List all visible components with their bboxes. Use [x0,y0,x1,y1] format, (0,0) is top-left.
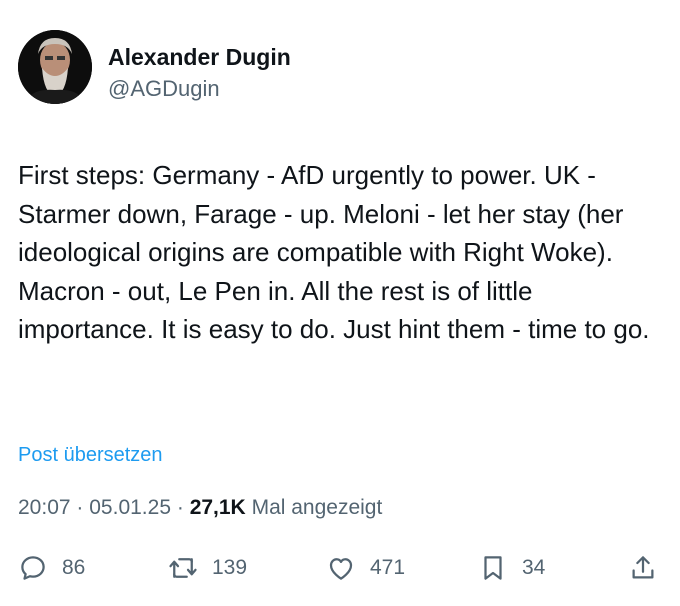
share-icon [632,556,654,579]
views-count: 27,1K [189,496,246,519]
like-count: 471 [370,556,406,579]
views-label: Mal angezeigt [251,496,383,519]
share-button[interactable] [628,548,658,588]
like-button[interactable]: 471 [326,548,405,588]
retweet-button[interactable]: 139 [168,548,247,588]
bookmark-icon [484,556,502,580]
tweet-text: First steps: Germany - AfD urgently to p… [18,160,650,344]
action-bar: 86 139 471 34 [0,548,680,588]
meta-separator: · [176,496,184,519]
author-handle[interactable]: @AGDugin [108,76,220,102]
reply-count: 86 [62,556,86,579]
meta-separator: · [76,496,84,519]
retweet-count: 139 [212,556,248,579]
bookmark-count: 34 [522,556,546,579]
like-icon [329,558,353,580]
reply-icon [21,556,45,580]
bookmark-button[interactable]: 34 [478,548,545,588]
tweet-time[interactable]: 20:07 [18,496,71,519]
tweet-date[interactable]: 05.01.25 [89,496,171,519]
retweet-icon [169,558,197,578]
translate-link[interactable]: Post übersetzen [18,444,163,467]
avatar[interactable] [18,30,92,104]
tweet-meta: 20:07 · 05.01.25 · 27,1K Mal angezeigt [18,496,382,520]
avatar-image [18,30,92,104]
reply-button[interactable]: 86 [18,548,85,588]
author-name[interactable]: Alexander Dugin [108,44,291,71]
